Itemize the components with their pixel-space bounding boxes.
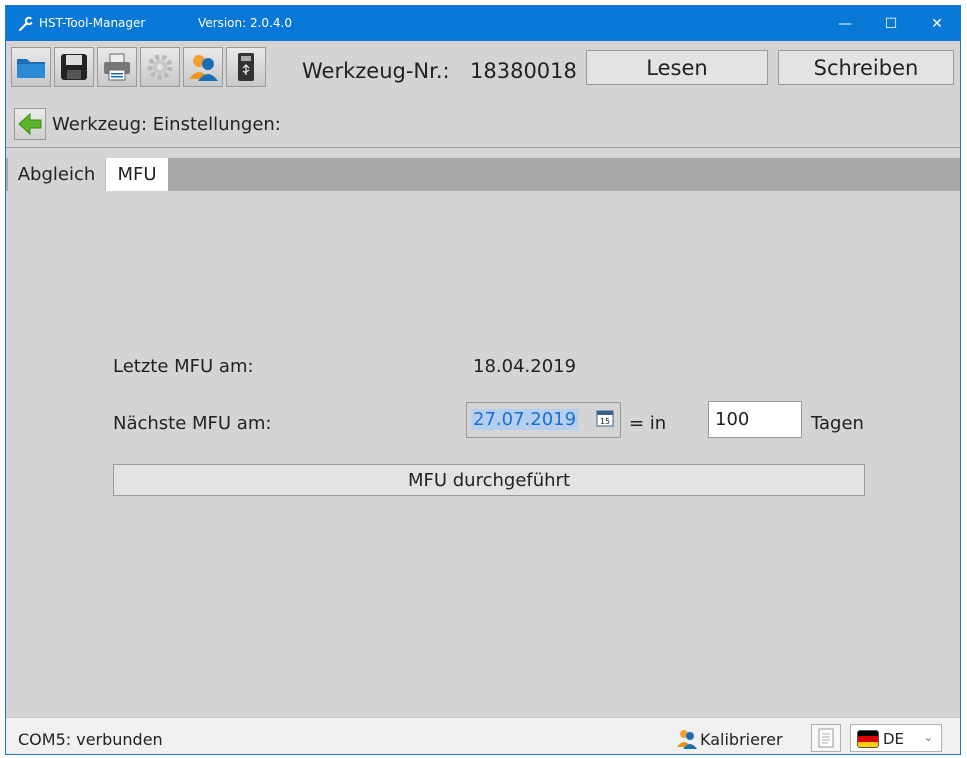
- language-label: DE: [883, 730, 905, 748]
- wrench-icon: [18, 16, 34, 32]
- days-unit-label: Tagen: [811, 413, 864, 434]
- user-role-label: Kalibrierer: [700, 730, 783, 749]
- calendar-icon[interactable]: 15: [596, 409, 614, 427]
- toolbar: Werkzeug-Nr.: 18380018 Lesen Schreiben: [6, 41, 960, 95]
- breadcrumb: Werkzeug: Einstellungen:: [6, 99, 960, 145]
- last-mfu-value: 18.04.2019: [473, 356, 577, 377]
- title-bar: HST-Tool-Manager Version: 2.0.4.0 — ☐ ✕: [6, 6, 960, 41]
- close-button[interactable]: ✕: [914, 6, 960, 41]
- open-folder-icon: [17, 59, 45, 78]
- user-button[interactable]: [183, 47, 223, 87]
- connection-status: COM5: verbunden: [18, 730, 163, 749]
- next-mfu-date-value[interactable]: 27.07.2019: [471, 409, 579, 430]
- settings-button[interactable]: [140, 47, 180, 87]
- days-input[interactable]: [708, 401, 802, 438]
- tool-number-label: Werkzeug-Nr.:: [302, 59, 450, 83]
- usb-device-button[interactable]: [226, 47, 266, 87]
- save-button[interactable]: [54, 47, 94, 87]
- open-button[interactable]: [11, 47, 51, 87]
- german-flag-icon: [857, 730, 879, 748]
- app-title: HST-Tool-Manager: [39, 16, 146, 30]
- next-mfu-date-picker[interactable]: 27.07.2019 15: [466, 402, 621, 438]
- read-button[interactable]: Lesen: [586, 50, 768, 85]
- tab-mfu[interactable]: MFU: [106, 158, 168, 191]
- back-button[interactable]: [14, 108, 46, 140]
- usb-device-icon: [238, 53, 254, 81]
- tab-bar: Abgleich MFU: [6, 158, 960, 191]
- breadcrumb-text: Werkzeug: Einstellungen:: [52, 114, 281, 135]
- chevron-down-icon: ⌄: [923, 731, 933, 744]
- last-mfu-label: Letzte MFU am:: [113, 356, 254, 377]
- mfu-done-button[interactable]: MFU durchgeführt: [113, 464, 865, 496]
- tool-number-value: 18380018: [470, 59, 577, 83]
- calendar-day: 15: [600, 417, 610, 426]
- write-button[interactable]: Schreiben: [778, 50, 954, 85]
- maximize-button[interactable]: ☐: [868, 6, 914, 41]
- equals-in-label: = in: [629, 413, 667, 434]
- app-window: HST-Tool-Manager Version: 2.0.4.0 — ☐ ✕: [5, 5, 961, 755]
- document-icon: [818, 728, 834, 748]
- app-version: Version: 2.0.4.0: [198, 16, 292, 30]
- log-button[interactable]: [811, 724, 841, 752]
- user-icon: [189, 55, 218, 81]
- status-bar: COM5: verbunden Kalibrierer DE ⌄: [6, 717, 960, 754]
- print-icon: [104, 53, 130, 81]
- back-arrow-icon: [18, 112, 42, 136]
- settings-icon: [147, 54, 173, 80]
- language-select[interactable]: DE ⌄: [850, 724, 942, 752]
- calibrator-user-icon: [677, 730, 697, 749]
- save-icon: [61, 54, 87, 80]
- divider: [6, 147, 960, 148]
- next-mfu-label: Nächste MFU am:: [113, 413, 272, 434]
- print-button[interactable]: [97, 47, 137, 87]
- minimize-button[interactable]: —: [822, 6, 868, 41]
- tab-abgleich[interactable]: Abgleich: [8, 158, 106, 191]
